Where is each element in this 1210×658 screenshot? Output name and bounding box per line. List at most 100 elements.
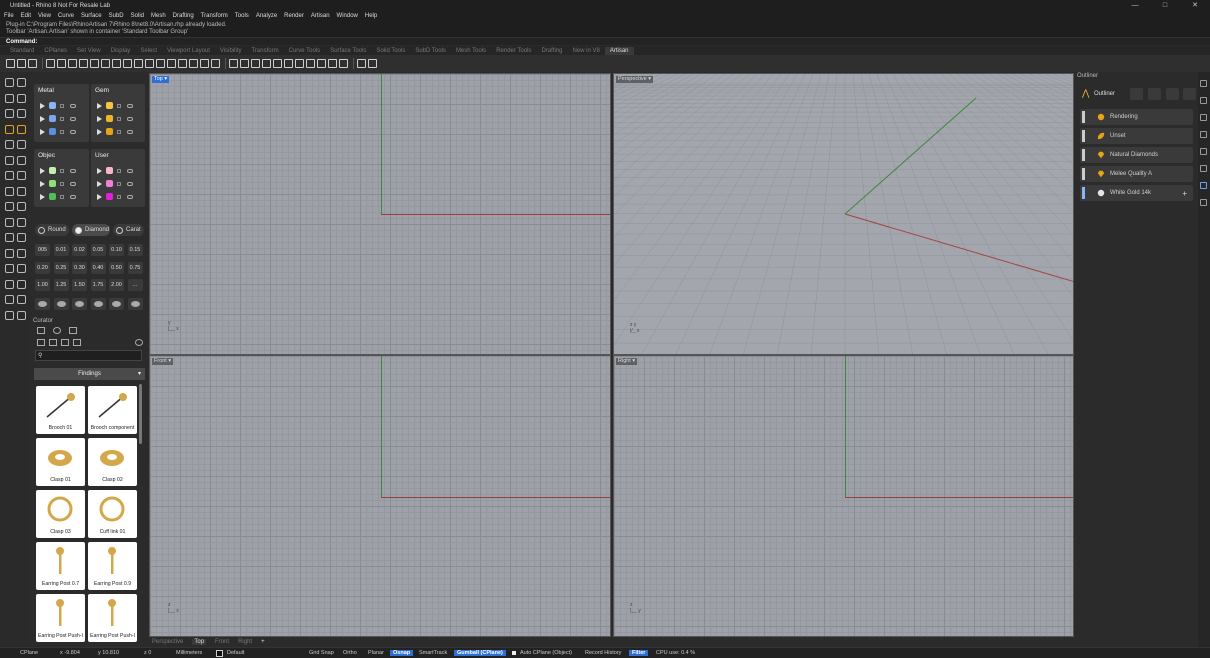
- image-icon[interactable]: [240, 59, 249, 68]
- curve-c-icon[interactable]: [229, 59, 238, 68]
- menu-curve[interactable]: Curve: [58, 13, 74, 19]
- layer-color-swatch[interactable]: [216, 650, 223, 657]
- color-swatch[interactable]: [49, 102, 56, 109]
- curator-item[interactable]: Clasp 01: [36, 438, 85, 486]
- lock-icon[interactable]: [60, 129, 64, 134]
- curator-item[interactable]: Earring Post Push-I: [36, 594, 85, 642]
- play-icon[interactable]: [97, 180, 102, 187]
- layer-row[interactable]: [97, 180, 133, 187]
- loft-tool-icon[interactable]: [17, 264, 26, 273]
- viewport-label-front[interactable]: Front ▾: [152, 358, 174, 365]
- gem-size-button[interactable]: 0.02: [72, 244, 87, 256]
- menu-drafting[interactable]: Drafting: [173, 13, 194, 19]
- bezel-icon[interactable]: [156, 59, 165, 68]
- orbit-icon[interactable]: [251, 59, 260, 68]
- color-swatch[interactable]: [49, 128, 56, 135]
- extend-tool-icon[interactable]: [5, 171, 14, 180]
- shape-carat-button[interactable]: Carat: [113, 224, 144, 236]
- layer-row[interactable]: [40, 167, 76, 174]
- color-swatch[interactable]: [49, 167, 56, 174]
- play-icon[interactable]: [97, 128, 102, 135]
- color-swatch[interactable]: [106, 193, 113, 200]
- add-viewport-tab-button[interactable]: +: [261, 639, 265, 645]
- layer-row[interactable]: [40, 115, 76, 122]
- curator-item[interactable]: Clasp 02: [88, 438, 137, 486]
- eye-icon[interactable]: [70, 181, 76, 186]
- materials-panel-icon[interactable]: [1200, 165, 1207, 172]
- menu-artisan[interactable]: Artisan: [311, 13, 330, 19]
- layer-row[interactable]: [97, 115, 133, 122]
- help-icon[interactable]: [368, 59, 377, 68]
- rendering-panel-icon[interactable]: [1200, 148, 1207, 155]
- curator-item[interactable]: Cuff link 01: [88, 490, 137, 538]
- status-cplane[interactable]: CPlane: [20, 650, 38, 656]
- shank-icon[interactable]: [123, 59, 132, 68]
- menu-mesh[interactable]: Mesh: [151, 13, 166, 19]
- split-tool-icon[interactable]: [5, 186, 14, 196]
- gem-size-button[interactable]: 0.75: [127, 261, 143, 274]
- stack-icon[interactable]: [357, 59, 366, 68]
- eye-icon[interactable]: [127, 116, 133, 121]
- filter-toggle[interactable]: Filter: [629, 650, 649, 656]
- refresh-icon[interactable]: [135, 339, 143, 346]
- revolve-tool-icon[interactable]: [17, 279, 26, 289]
- gem-size-button[interactable]: 0.20: [35, 261, 50, 274]
- color-swatch[interactable]: [49, 115, 56, 122]
- gem-tab-icon[interactable]: [53, 327, 61, 334]
- viewport-front[interactable]: Front ▾ z |__ x: [149, 355, 611, 637]
- gem-size-button[interactable]: 0.50: [109, 261, 124, 274]
- play-icon[interactable]: [40, 167, 45, 174]
- move-tool-icon[interactable]: [17, 202, 26, 211]
- tab-display[interactable]: Display: [106, 47, 136, 55]
- color-swatch[interactable]: [106, 180, 113, 187]
- tab-mesh-tools[interactable]: Mesh Tools: [451, 47, 491, 55]
- arc-tool-icon[interactable]: [17, 109, 26, 118]
- menu-render[interactable]: Render: [284, 13, 304, 19]
- minimize-button[interactable]: —: [1120, 0, 1150, 11]
- tab-drafting[interactable]: Drafting: [536, 47, 567, 55]
- curator-search-input[interactable]: ⚲: [35, 350, 142, 361]
- boolean-tool-icon[interactable]: [17, 248, 26, 258]
- color-swatch[interactable]: [106, 167, 113, 174]
- gem-size-button[interactable]: 0.01: [53, 244, 69, 256]
- lock-icon[interactable]: [60, 116, 64, 121]
- layers-panel-icon[interactable]: [1200, 97, 1207, 104]
- pave-icon[interactable]: [178, 59, 187, 68]
- folder-icon[interactable]: [37, 339, 45, 346]
- mirror-tool-icon[interactable]: [17, 233, 26, 242]
- box-icon[interactable]: [57, 59, 66, 68]
- curator-item[interactable]: Clasp 03: [36, 490, 85, 538]
- info-icon[interactable]: [339, 59, 348, 68]
- emerald-cut-icon[interactable]: [90, 298, 106, 310]
- extrude-tool-icon[interactable]: [5, 295, 14, 304]
- gumball-toggle[interactable]: Gumball (CPlane): [454, 650, 506, 656]
- tab-curve-tools[interactable]: Curve Tools: [284, 47, 326, 55]
- color-swatch[interactable]: [106, 115, 113, 122]
- menu-window[interactable]: Window: [337, 13, 358, 19]
- explode-tool-icon[interactable]: [5, 202, 14, 211]
- group-tool-icon[interactable]: [17, 310, 26, 320]
- display-panel-icon[interactable]: [1200, 114, 1207, 121]
- viewport-right[interactable]: Right ▾ z |__ y: [613, 355, 1074, 637]
- bold-icon[interactable]: [211, 59, 220, 68]
- outliner-row[interactable]: Rendering: [1080, 109, 1193, 125]
- gem-size-button[interactable]: 1.75: [90, 279, 106, 291]
- play-icon[interactable]: [40, 115, 45, 122]
- grid-icon[interactable]: [273, 59, 282, 68]
- gallery-icon[interactable]: [61, 339, 69, 346]
- curator-item[interactable]: Brooch 01: [36, 386, 85, 434]
- outliner-row[interactable]: Natural Diamonds: [1080, 147, 1193, 163]
- gem-size-button[interactable]: 1.25: [53, 279, 69, 291]
- record-history-toggle[interactable]: Record History: [585, 650, 621, 656]
- lock-icon[interactable]: [117, 103, 121, 108]
- viewport-label-top[interactable]: Top ▾: [152, 76, 170, 83]
- viewport-label-perspective[interactable]: Perspective ▾: [616, 76, 654, 83]
- close-button[interactable]: ✕: [1180, 0, 1210, 11]
- menu-file[interactable]: File: [4, 13, 14, 19]
- outliner-row[interactable]: Melee Quality A: [1080, 166, 1193, 182]
- play-icon[interactable]: [40, 102, 45, 109]
- sync-icon[interactable]: [317, 59, 326, 68]
- array-tool-icon[interactable]: [5, 248, 14, 258]
- play-icon[interactable]: [40, 128, 45, 135]
- gem-size-button[interactable]: 0.05: [90, 244, 106, 256]
